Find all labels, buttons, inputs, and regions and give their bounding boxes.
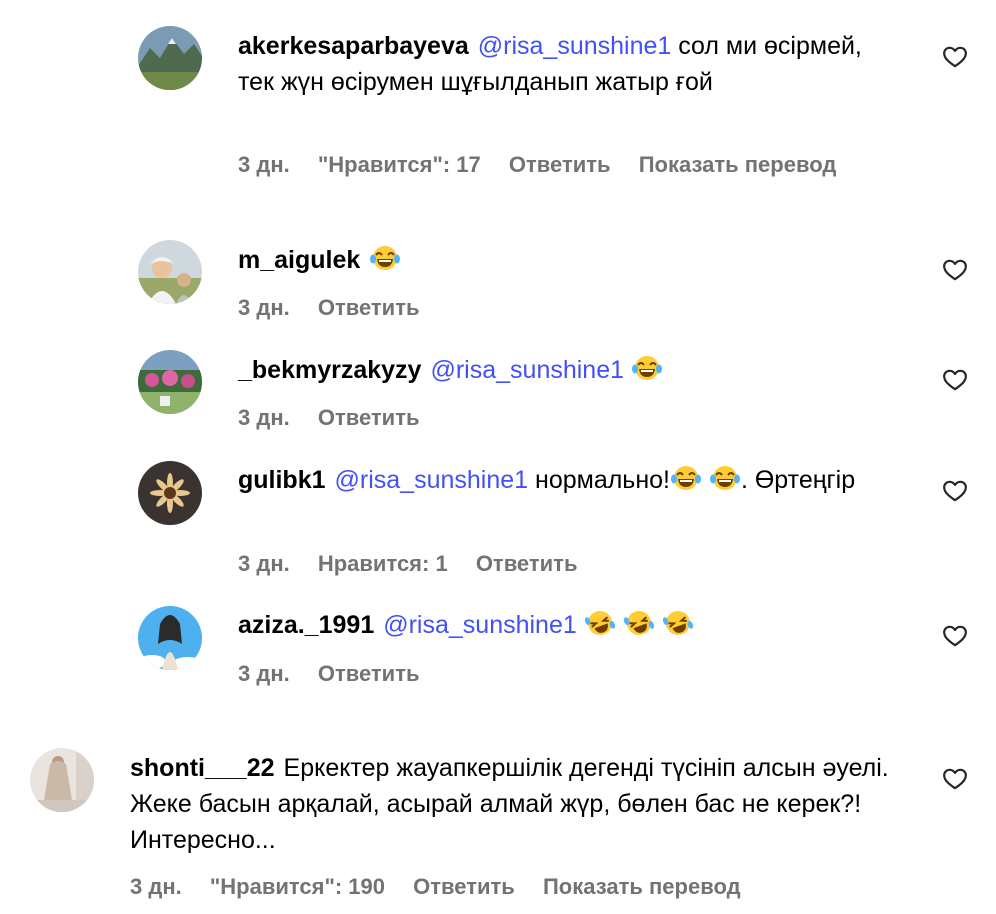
reply-button[interactable]: Ответить	[318, 295, 420, 320]
laughing-crying-emoji	[369, 244, 401, 272]
likes-count[interactable]: "Нравится": 17	[318, 152, 481, 177]
comment-text: m_aigulek	[238, 242, 896, 278]
avatar[interactable]	[138, 26, 202, 90]
comment-meta: 3 дн. "Нравится": 190 Ответить Показать …	[130, 874, 763, 900]
avatar[interactable]	[30, 748, 94, 812]
rolling-laughing-emoji	[662, 609, 694, 637]
heart-outline-icon[interactable]	[942, 766, 968, 792]
mention-link[interactable]: @risa_sunshine1	[430, 356, 624, 384]
reply-button[interactable]: Ответить	[476, 551, 578, 576]
translate-button[interactable]: Показать перевод	[639, 152, 837, 177]
comment-body-end: . Өртеңгір	[740, 466, 856, 494]
mention-link[interactable]: @risa_sunshine1	[478, 32, 672, 60]
laughing-crying-emoji	[631, 354, 663, 382]
comment-meta: 3 дн. "Нравится": 17 Ответить Показать п…	[238, 152, 858, 178]
comment-time: 3 дн.	[130, 874, 182, 899]
comment-body: нормально!	[535, 466, 670, 494]
reply-button[interactable]: Ответить	[318, 661, 420, 686]
comment-username[interactable]: gulibk1	[238, 466, 326, 494]
comment-text: shonti___22 Еркектер жауапкершілік дегенд…	[130, 750, 896, 858]
comment-username[interactable]: m_aigulek	[238, 246, 360, 274]
rolling-laughing-emoji	[623, 609, 655, 637]
comment-time: 3 дн.	[238, 295, 290, 320]
heart-outline-icon[interactable]	[942, 623, 968, 649]
reply-button[interactable]: Ответить	[413, 874, 515, 899]
comment-text: _bekmyrzakyzy @risa_sunshine1	[238, 352, 896, 388]
translate-button[interactable]: Показать перевод	[543, 874, 741, 899]
heart-outline-icon[interactable]	[942, 367, 968, 393]
reply-button[interactable]: Ответить	[509, 152, 611, 177]
avatar[interactable]	[138, 350, 202, 414]
comment-username[interactable]: _bekmyrzakyzy	[238, 356, 421, 384]
comment-meta: 3 дн. Ответить	[238, 661, 442, 687]
mention-link[interactable]: @risa_sunshine1	[335, 466, 529, 494]
reply-button[interactable]: Ответить	[318, 405, 420, 430]
comment-meta: 3 дн. Ответить	[238, 405, 442, 431]
comment-username[interactable]: shonti___22	[130, 754, 275, 782]
avatar[interactable]	[138, 606, 202, 670]
laughing-crying-emoji	[670, 464, 702, 492]
mention-link[interactable]: @risa_sunshine1	[383, 611, 577, 639]
avatar[interactable]	[138, 461, 202, 525]
avatar[interactable]	[138, 240, 202, 304]
likes-count[interactable]: "Нравится": 190	[210, 874, 385, 899]
heart-outline-icon[interactable]	[942, 44, 968, 70]
comment-text: aziza._1991 @risa_sunshine1	[238, 607, 896, 643]
comment-time: 3 дн.	[238, 152, 290, 177]
comment-meta: 3 дн. Ответить	[238, 295, 442, 321]
likes-count[interactable]: Нравится: 1	[318, 551, 448, 576]
comment-meta: 3 дн. Нравится: 1 Ответить	[238, 551, 599, 577]
heart-outline-icon[interactable]	[942, 257, 968, 283]
comment-text: gulibk1 @risa_sunshine1 нормально! . Өрте…	[238, 462, 896, 498]
comment-time: 3 дн.	[238, 551, 290, 576]
comment-username[interactable]: akerkesaparbayeva	[238, 32, 469, 60]
heart-outline-icon[interactable]	[942, 478, 968, 504]
laughing-crying-emoji	[709, 464, 741, 492]
comment-username[interactable]: aziza._1991	[238, 611, 374, 639]
comment-time: 3 дн.	[238, 661, 290, 686]
comment-time: 3 дн.	[238, 405, 290, 430]
rolling-laughing-emoji	[584, 609, 616, 637]
comment-text: akerkesaparbayeva @risa_sunshine1 сол ми …	[238, 28, 896, 100]
